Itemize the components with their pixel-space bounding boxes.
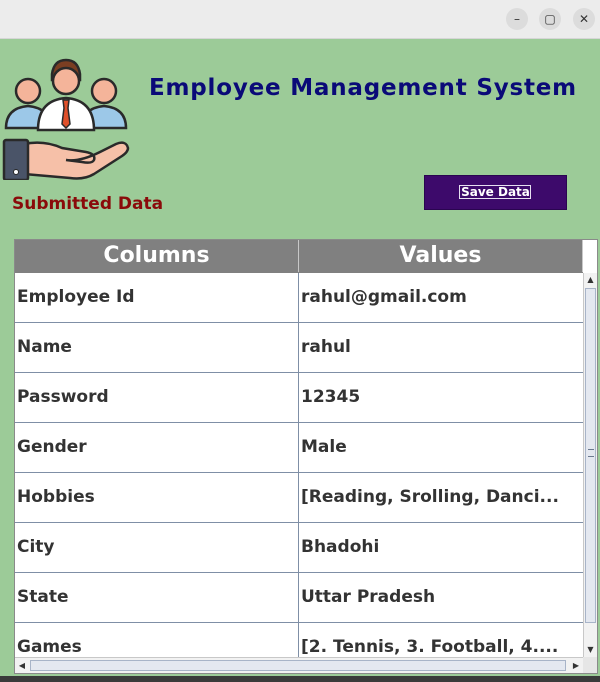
scroll-up-icon[interactable]: ▲: [584, 273, 597, 287]
table-row[interactable]: Name rahul: [15, 323, 583, 373]
table-row[interactable]: Hobbies [Reading, Srolling, Danci...: [15, 473, 583, 523]
grip-icon: [588, 449, 594, 457]
close-button[interactable]: ✕: [573, 8, 595, 30]
horizontal-scroll-thumb[interactable]: [30, 660, 566, 671]
app-title: Employee Management System: [149, 75, 577, 101]
scroll-left-icon[interactable]: ◀: [15, 658, 29, 673]
field-name-cell[interactable]: Employee Id: [15, 273, 299, 322]
table-row[interactable]: State Uttar Pradesh: [15, 573, 583, 623]
field-value-cell[interactable]: Male: [299, 423, 583, 472]
maximize-button[interactable]: ▢: [539, 8, 561, 30]
save-data-label: Save Data: [461, 185, 530, 199]
scroll-down-icon[interactable]: ▼: [584, 643, 597, 657]
field-name-cell[interactable]: Name: [15, 323, 299, 372]
vertical-scrollbar[interactable]: ▲ ▼: [583, 273, 597, 657]
table-header: Columns Values: [15, 240, 583, 273]
minimize-button[interactable]: –: [506, 8, 528, 30]
scrollbar-corner: [583, 657, 597, 673]
taskbar-strip: [0, 676, 600, 682]
column-header-columns[interactable]: Columns: [15, 240, 299, 272]
field-name-cell[interactable]: State: [15, 573, 299, 622]
table-row[interactable]: Employee Id rahul@gmail.com: [15, 273, 583, 323]
field-value-cell[interactable]: 12345: [299, 373, 583, 422]
window-titlebar: – ▢ ✕: [0, 0, 600, 39]
app-content: Employee Management System Submitted Dat…: [0, 39, 600, 676]
horizontal-scrollbar[interactable]: ◀ ▶: [15, 657, 583, 673]
field-name-cell[interactable]: Games: [15, 623, 299, 657]
scroll-right-icon[interactable]: ▶: [569, 658, 583, 673]
column-header-values[interactable]: Values: [299, 240, 583, 272]
table-row[interactable]: Password 12345: [15, 373, 583, 423]
field-value-cell[interactable]: rahul: [299, 323, 583, 372]
vertical-scroll-thumb[interactable]: [585, 288, 596, 623]
field-value-cell[interactable]: [Reading, Srolling, Danci...: [299, 473, 583, 522]
submitted-data-label: Submitted Data: [12, 194, 164, 214]
table-row[interactable]: Gender Male: [15, 423, 583, 473]
field-value-cell[interactable]: Uttar Pradesh: [299, 573, 583, 622]
field-value-cell[interactable]: [2. Tennis, 3. Football, 4....: [299, 623, 583, 657]
employees-in-hand-icon: [2, 58, 130, 180]
table-body: Employee Id rahul@gmail.com Name rahul P…: [15, 273, 583, 657]
table-row[interactable]: City Bhadohi: [15, 523, 583, 573]
field-value-cell[interactable]: Bhadohi: [299, 523, 583, 572]
field-name-cell[interactable]: City: [15, 523, 299, 572]
submitted-data-table: Columns Values Employee Id rahul@gmail.c…: [14, 239, 598, 674]
field-name-cell[interactable]: Hobbies: [15, 473, 299, 522]
save-data-button[interactable]: Save Data: [424, 175, 567, 210]
table-row[interactable]: Games [2. Tennis, 3. Football, 4....: [15, 623, 583, 657]
field-name-cell[interactable]: Gender: [15, 423, 299, 472]
field-name-cell[interactable]: Password: [15, 373, 299, 422]
field-value-cell[interactable]: rahul@gmail.com: [299, 273, 583, 322]
